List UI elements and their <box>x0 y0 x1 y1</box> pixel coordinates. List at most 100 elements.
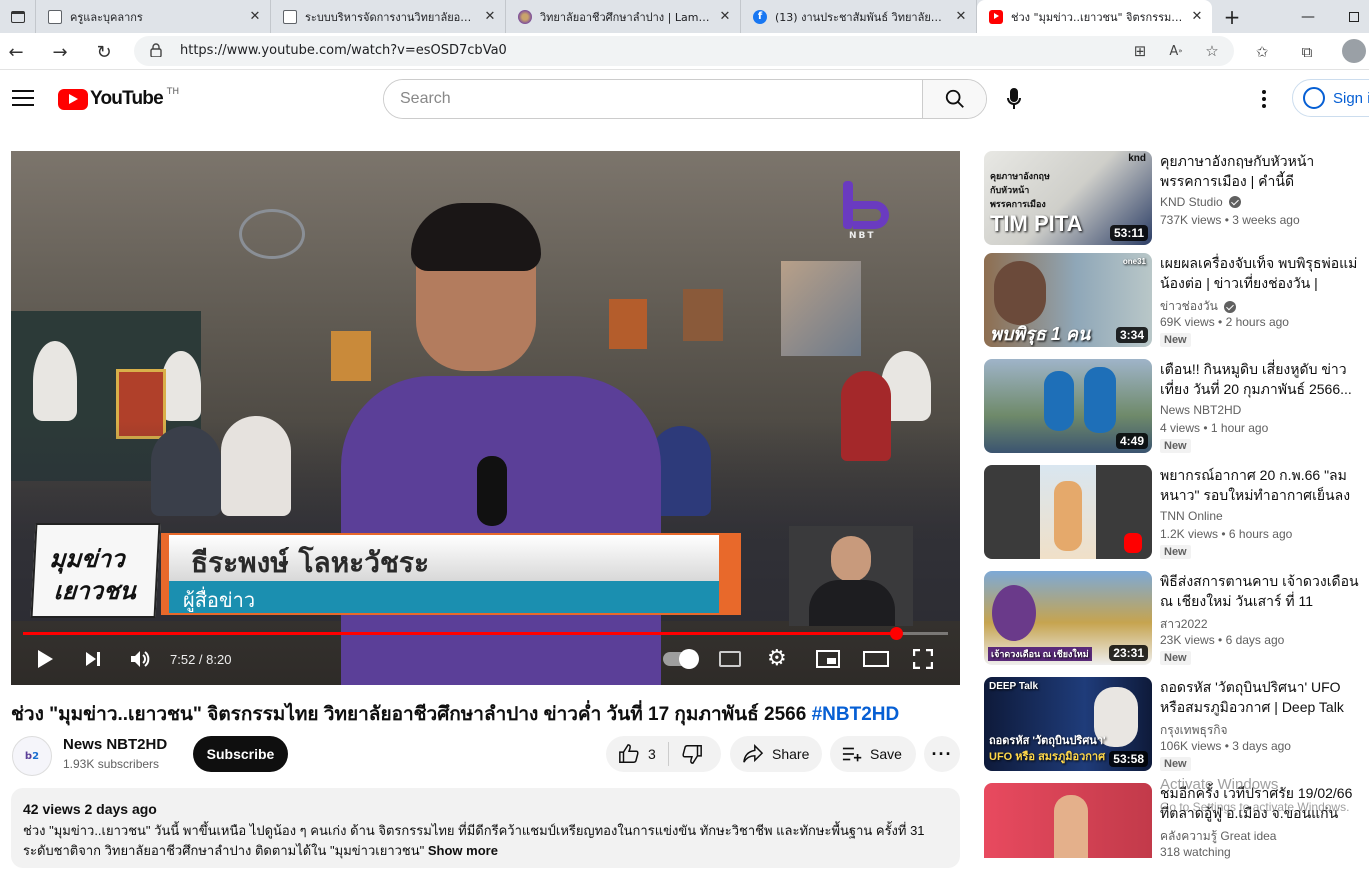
video-stats: 23K views • 6 days ago <box>1160 633 1285 647</box>
back-button[interactable]: ← <box>2 38 30 66</box>
description-body: ช่วง "มุมข่าว..เยาวชน" วันนี้ พาขึ้นเหนื… <box>23 821 948 861</box>
app-available-icon[interactable]: ⊞ <box>1130 41 1150 61</box>
more-actions-button[interactable]: ··· <box>924 736 960 772</box>
browser-tab-1[interactable]: ครูและบุคลากร ✕ <box>36 0 271 33</box>
painting <box>683 289 723 341</box>
video-progress-bar[interactable] <box>23 627 948 640</box>
url-text: https://www.youtube.com/watch?v=esOSD7cb… <box>180 43 507 58</box>
close-tab-icon[interactable]: ✕ <box>954 9 968 24</box>
profile-avatar[interactable] <box>1342 39 1366 63</box>
video-title[interactable]: ถอดรหัส 'วัตถุบินปริศนา' UFO หรือสมรภูมิ… <box>1160 677 1360 717</box>
close-tab-icon[interactable]: ✕ <box>718 9 732 24</box>
channel-name[interactable]: News NBT2HD <box>63 736 167 753</box>
video-channel[interactable]: สาว2022 <box>1160 615 1208 634</box>
painting <box>609 299 647 349</box>
video-thumbnail[interactable]: เจ้าดวงเดือน ณ เชียงใหม่ 23:31 <box>984 571 1152 665</box>
menu-icon[interactable] <box>12 90 34 108</box>
description-meta: 42 views 2 days ago <box>23 801 157 817</box>
hashtag-link[interactable]: #NBT2HD <box>812 704 900 725</box>
read-aloud-icon[interactable]: A» <box>1166 41 1186 61</box>
new-badge: New <box>1160 651 1191 665</box>
add-favorite-icon[interactable]: ☆ <box>1202 41 1222 61</box>
video-player[interactable]: NBT มุมข่าว เยาวชน ธีระพงษ์ โลหะวัชระ ผู… <box>11 151 960 685</box>
browser-tab-4[interactable]: f (13) งานประชาสัมพันธ์ วิทยาลัยอาชีวศึก… <box>741 0 977 33</box>
mute-button[interactable] <box>129 647 151 671</box>
refresh-button[interactable]: ↻ <box>90 38 118 66</box>
browser-tab-3[interactable]: วิทยาลัยอาชีวศึกษาลำปาง | Lampang ✕ <box>506 0 741 33</box>
search-input[interactable] <box>384 80 924 118</box>
miniplayer-icon <box>816 650 840 668</box>
video-channel[interactable]: คลังความรู้ Great idea <box>1160 827 1276 846</box>
subscribe-button[interactable]: Subscribe <box>193 736 288 772</box>
recommended-video-6[interactable]: DEEP Talk ถอดรหัส 'วัตถุบินปริศนา' UFO ห… <box>984 677 1369 777</box>
minimize-button[interactable]: — <box>1285 0 1331 33</box>
collections-icon[interactable]: ⧉ <box>1297 42 1317 62</box>
recommended-video-4[interactable]: พยากรณ์อากาศ 20 ก.พ.66 "ลมหนาว" รอบใหม่ท… <box>984 465 1369 565</box>
settings-button[interactable]: ⚙ <box>767 647 787 671</box>
video-channel[interactable]: KND Studio <box>1160 195 1241 209</box>
play-button[interactable] <box>35 647 55 671</box>
browser-tab-5-active[interactable]: ช่วง "มุมข่าว..เยาวชน" จิตรกรรมไทย วิทยา… <box>977 0 1212 33</box>
youtube-play-logo-icon <box>58 88 88 110</box>
tab-actions-button[interactable] <box>0 0 36 33</box>
dislike-button[interactable] <box>681 743 703 765</box>
like-button[interactable]: 3 <box>618 743 656 765</box>
favorites-icon[interactable]: ✩ <box>1252 42 1272 62</box>
recommended-video-7[interactable]: ชมอีกครั้ง เวทีปราศรัย 19/02/66 ที่ตลาดอ… <box>984 783 1369 883</box>
tab-title: วิทยาลัยอาชีวศึกษาลำปาง | Lampang <box>540 10 712 24</box>
video-thumbnail[interactable] <box>984 783 1152 858</box>
recommended-video-5[interactable]: เจ้าดวงเดือน ณ เชียงใหม่ 23:31 พิธีส่งสก… <box>984 571 1369 671</box>
miniplayer-button[interactable] <box>816 647 840 671</box>
browser-tab-2[interactable]: ระบบบริหารจัดการงานวิทยาลัยอาชีวศึกษา ✕ <box>271 0 506 33</box>
recommended-video-2[interactable]: พบพิรุธ 1 คน one31 3:34 เผยผลเครื่องจับเ… <box>984 253 1369 353</box>
ceiling-fan <box>239 209 305 259</box>
video-channel[interactable]: News NBT2HD <box>1160 403 1241 417</box>
youtube-header: YouTube TH Sign in <box>0 70 1369 128</box>
video-title[interactable]: พิธีส่งสการตานคาบ เจ้าดวงเดือน ณ เชียงให… <box>1160 571 1360 611</box>
video-title[interactable]: เผยผลเครื่องจับเท็จ พบพิรุธพ่อแม่น้องต่อ… <box>1160 253 1360 293</box>
close-tab-icon[interactable]: ✕ <box>248 9 262 24</box>
close-tab-icon[interactable]: ✕ <box>1190 9 1204 24</box>
maximize-button[interactable] <box>1331 0 1369 33</box>
minimize-icon: — <box>1301 8 1315 25</box>
video-thumbnail[interactable] <box>984 465 1152 559</box>
youtube-logo[interactable]: YouTube TH <box>58 87 179 110</box>
next-button[interactable] <box>83 647 103 671</box>
video-channel[interactable]: กรุงเทพธุรกิจ <box>1160 721 1228 740</box>
search-button[interactable] <box>922 80 986 118</box>
voice-search-button[interactable] <box>1000 87 1028 113</box>
fullscreen-button[interactable] <box>913 647 933 671</box>
video-thumbnail[interactable]: 4:49 <box>984 359 1152 453</box>
sign-in-button[interactable]: Sign in <box>1292 79 1369 117</box>
close-tab-icon[interactable]: ✕ <box>483 9 497 24</box>
video-channel[interactable]: ข่าวช่องวัน <box>1160 297 1236 316</box>
recommended-video-1[interactable]: คุยภาษาอังกฤษกับหัวหน้าพรรคการเมือง TIM … <box>984 151 1369 251</box>
forward-button[interactable]: → <box>46 38 74 66</box>
address-bar-row: ← → ↻ https://www.youtube.com/watch?v=es… <box>0 33 1369 70</box>
video-duration: 3:34 <box>1115 327 1148 343</box>
autoplay-toggle[interactable] <box>663 647 699 671</box>
shorts-icon <box>1124 533 1142 553</box>
url-field[interactable]: https://www.youtube.com/watch?v=esOSD7cb… <box>134 36 1234 66</box>
save-button[interactable]: Save <box>830 736 916 772</box>
description-box[interactable]: 42 views 2 days ago ช่วง "มุมข่าว..เยาวช… <box>11 788 960 868</box>
new-tab-button[interactable]: + <box>1212 0 1252 33</box>
channel-avatar[interactable]: b2 <box>12 736 52 776</box>
theater-icon <box>863 651 889 667</box>
theater-mode-button[interactable] <box>863 647 889 671</box>
video-title[interactable]: เตือน!! กินหมูดิบ เสี่ยงหูดับ ข่าวเที่ยง… <box>1160 359 1360 399</box>
video-channel[interactable]: TNN Online <box>1160 509 1223 523</box>
video-thumbnail[interactable]: พบพิรุธ 1 คน one31 3:34 <box>984 253 1152 347</box>
show-more-button[interactable]: Show more <box>428 843 498 858</box>
settings-menu-icon[interactable] <box>1254 88 1274 110</box>
recommended-video-3[interactable]: 4:49 เตือน!! กินหมูดิบ เสี่ยงหูดับ ข่าวเ… <box>984 359 1369 459</box>
video-thumbnail[interactable]: DEEP Talk ถอดรหัส 'วัตถุบินปริศนา' UFO ห… <box>984 677 1152 771</box>
video-title[interactable]: พยากรณ์อากาศ 20 ก.พ.66 "ลมหนาว" รอบใหม่ท… <box>1160 465 1360 505</box>
video-thumbnail[interactable]: คุยภาษาอังกฤษกับหัวหน้าพรรคการเมือง TIM … <box>984 151 1152 245</box>
subtitles-button[interactable] <box>719 647 741 671</box>
video-stats: 318 watching <box>1160 845 1231 859</box>
video-title[interactable]: คุยภาษาอังกฤษกับหัวหน้าพรรคการเมือง | คำ… <box>1160 151 1360 191</box>
thumbnail-logo: knd <box>1128 153 1146 164</box>
volume-icon <box>131 651 150 667</box>
share-button[interactable]: Share <box>730 736 822 772</box>
